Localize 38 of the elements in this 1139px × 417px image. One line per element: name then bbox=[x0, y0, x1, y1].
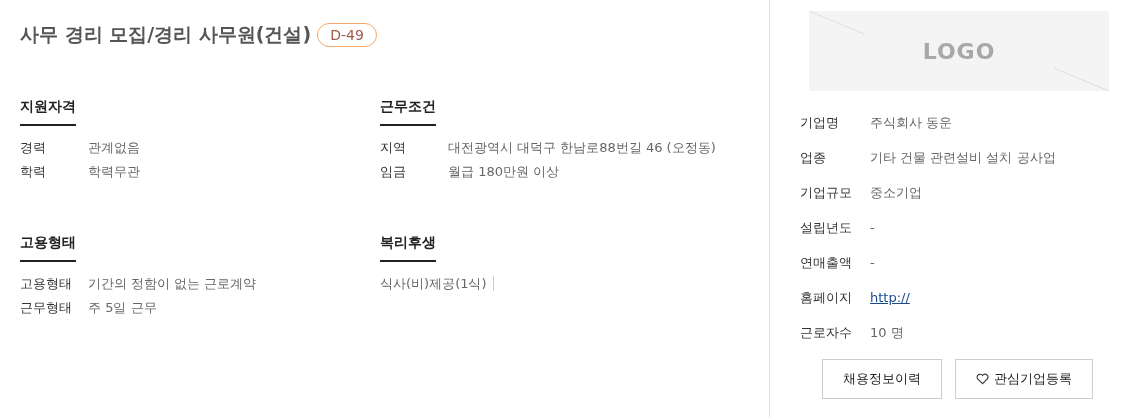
benefit-item: 식사(비)제공(1식) bbox=[380, 276, 494, 291]
company-value: 주식회사 동운 bbox=[870, 114, 953, 132]
field-label: 학력 bbox=[20, 163, 47, 181]
field-value: 기간의 정함이 없는 근로계약 bbox=[88, 275, 257, 293]
heart-icon bbox=[976, 373, 989, 385]
field-label: 임금 bbox=[380, 163, 407, 181]
field-label: 경력 bbox=[20, 139, 47, 157]
company-value: - bbox=[870, 219, 875, 237]
diagonal-line bbox=[809, 11, 865, 35]
diagonal-line bbox=[1053, 67, 1109, 91]
homepage-link[interactable]: http:// bbox=[870, 280, 910, 315]
field-value: 월급 180만원 이상 bbox=[448, 163, 560, 181]
company-label: 설립년도 bbox=[800, 219, 853, 237]
section-heading: 지원자격 bbox=[20, 98, 76, 126]
section-heading: 복리후생 bbox=[380, 234, 436, 262]
company-value: 중소기업 bbox=[870, 184, 922, 202]
section-heading: 고용형태 bbox=[20, 234, 76, 262]
field-label: 근무형태 bbox=[20, 299, 73, 317]
company-label: 근로자수 bbox=[800, 324, 853, 342]
company-value: 기타 건물 관련설비 설치 공사업 bbox=[870, 149, 1056, 167]
field-value: 관계없음 bbox=[88, 139, 140, 157]
company-label: 기업규모 bbox=[800, 184, 853, 202]
field-label: 고용형태 bbox=[20, 275, 73, 293]
company-label: 홈페이지 bbox=[800, 289, 853, 307]
company-value: - bbox=[870, 254, 875, 272]
company-label: 업종 bbox=[800, 149, 827, 167]
field-value: 대전광역시 대덕구 한남로88번길 46 (오정동) bbox=[448, 139, 716, 157]
company-value: 10 명 bbox=[870, 324, 904, 342]
company-label: 연매출액 bbox=[800, 254, 853, 272]
interest-button[interactable]: 관심기업등록 bbox=[955, 359, 1093, 399]
history-button[interactable]: 채용정보이력 bbox=[822, 359, 942, 399]
company-label: 기업명 bbox=[800, 114, 840, 132]
logo-text: LOGO bbox=[922, 38, 996, 64]
field-label: 지역 bbox=[380, 139, 407, 157]
job-title: 사무 경리 모집/경리 사무원(건설) bbox=[20, 22, 312, 47]
section-heading: 근무조건 bbox=[380, 98, 436, 126]
field-value: 학력무관 bbox=[88, 163, 140, 181]
field-value: 주 5일 근무 bbox=[88, 299, 157, 317]
